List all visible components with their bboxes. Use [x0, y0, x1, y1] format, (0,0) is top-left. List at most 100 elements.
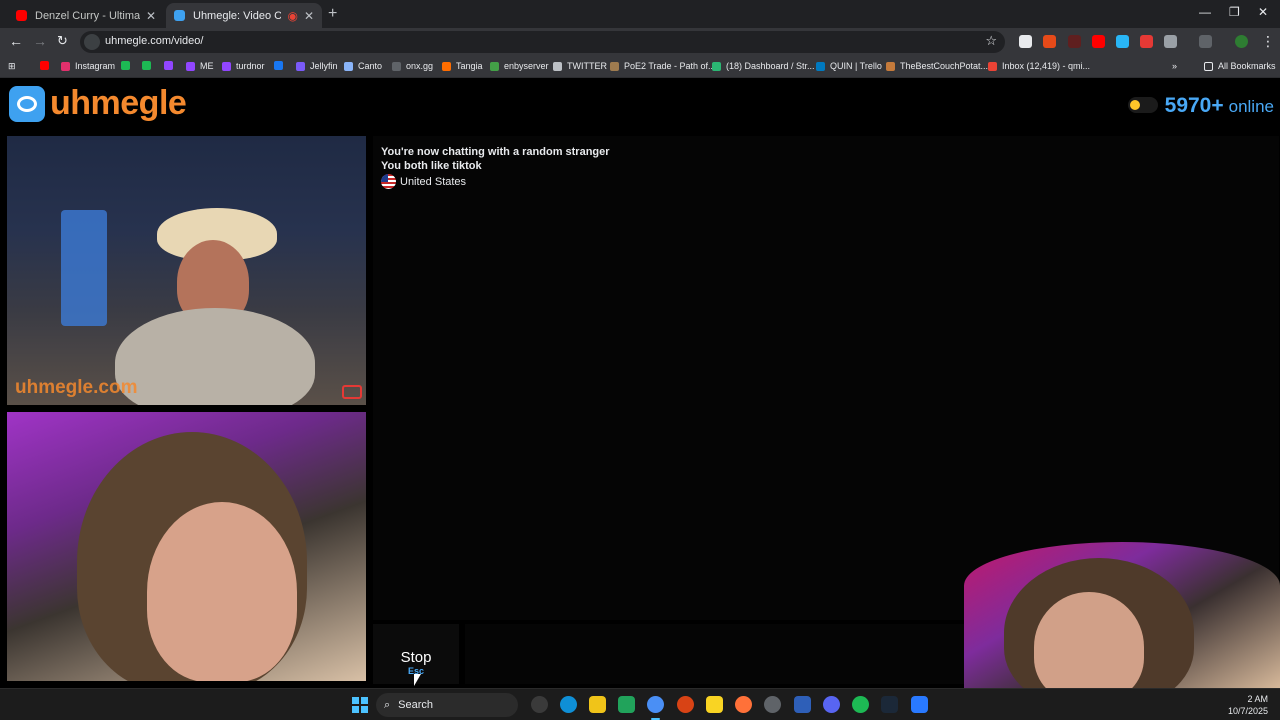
site-logo[interactable]: uhmegle [50, 84, 187, 123]
taskbar-search[interactable]: ⌕ Search [376, 693, 518, 717]
bookmark-item[interactable]: Instagram [61, 61, 115, 71]
stop-label: Stop [400, 649, 432, 666]
search-icon: ⌕ [384, 698, 391, 711]
clock-date: 10/7/2025 [1227, 706, 1268, 716]
close-tab-icon[interactable]: ✕ [146, 9, 156, 23]
reload-button[interactable]: ↻ [57, 33, 68, 49]
edge-icon[interactable] [560, 696, 577, 713]
bookmark-item[interactable]: enbyserver [490, 61, 549, 71]
clock-time: 2 AM [1247, 694, 1268, 704]
extension-icon[interactable] [1068, 35, 1081, 48]
app-icon[interactable] [794, 696, 811, 713]
windows-taskbar: ⌕ Search 2 AM 10/7/2025 [0, 688, 1280, 720]
youtube-icon [16, 10, 27, 21]
start-button[interactable] [352, 697, 368, 713]
tab-uhmegle[interactable]: Uhmegle: Video Chat | Om ◉ ✕ [166, 3, 322, 28]
file-explorer-icon[interactable] [589, 696, 606, 713]
new-tab-button[interactable]: + [328, 5, 337, 23]
sun-icon [1130, 100, 1140, 110]
all-bookmarks-folder[interactable]: All Bookmarks [1204, 61, 1276, 71]
tab-title: Denzel Curry - Ultimate (BADB/ [35, 9, 140, 22]
online-count: 5970+ [1164, 94, 1224, 117]
search-label: Search [398, 699, 434, 711]
app-icon[interactable] [531, 696, 548, 713]
bookmarks-bar: ⊞ Instagram ME turdnor Jellyfin Canto on… [0, 56, 1280, 78]
recording-icon: ◉ [287, 8, 298, 23]
more-bookmarks-icon[interactable]: » [1172, 61, 1177, 71]
address-bar[interactable]: uhmegle.com/video/ ☆ [80, 31, 1005, 53]
browser-toolbar: ← → ↻ uhmegle.com/video/ ☆ ⋮ [0, 28, 1280, 56]
stranger-video: uhmegle.com [7, 136, 366, 405]
bookmark-item[interactable] [164, 61, 178, 70]
online-counter: 5970+ online [1165, 94, 1274, 118]
bookmark-item[interactable] [121, 61, 135, 70]
mouse-cursor [414, 674, 421, 686]
discord-icon[interactable] [823, 696, 840, 713]
forward-button[interactable]: → [33, 33, 47, 49]
close-tab-icon[interactable]: ✕ [304, 9, 314, 23]
system-message: You're now chatting with a random strang… [381, 146, 610, 158]
bookmark-item[interactable] [274, 61, 288, 70]
restore-button[interactable]: ❐ [1229, 5, 1240, 19]
tv-screen [61, 210, 107, 326]
bookmark-item[interactable]: QUIN | Trello [816, 61, 882, 71]
own-video [7, 412, 366, 681]
bookmark-item[interactable]: (18) Dashboard / Str... [712, 61, 815, 71]
close-window-button[interactable]: ✕ [1258, 5, 1268, 19]
bookmark-item[interactable]: onx.gg [392, 61, 433, 71]
bookmark-item[interactable] [142, 61, 156, 70]
webcam-overlay [964, 542, 1280, 688]
chrome-icon[interactable] [647, 696, 664, 720]
browser-tabstrip: Denzel Curry - Ultimate (BADB/ ✕ Uhmegle… [0, 0, 1280, 28]
theme-toggle[interactable] [1128, 97, 1158, 113]
steam-icon[interactable] [881, 696, 898, 713]
notepad-icon[interactable] [911, 696, 928, 713]
extension-k-icon[interactable] [1019, 35, 1032, 48]
bookmark-item[interactable]: TWITTER [553, 61, 607, 71]
tab-title: Uhmegle: Video Chat | Om [193, 9, 282, 22]
bookmark-item[interactable]: Jellyfin [296, 61, 338, 71]
menu-icon[interactable]: ⋮ [1261, 33, 1275, 50]
bookmark-item[interactable]: Canto [344, 61, 382, 71]
message-input[interactable] [465, 624, 965, 684]
bookmark-item[interactable]: TheBestCouchPotat... [886, 61, 988, 71]
uhmegle-icon [174, 10, 185, 21]
site-info-icon[interactable] [84, 34, 100, 50]
profile-avatar[interactable] [1235, 35, 1248, 48]
bookmark-item[interactable]: ME [186, 61, 214, 71]
common-interest-message: You both like tiktok [381, 160, 482, 172]
bookmark-star-icon[interactable]: ☆ [985, 33, 997, 49]
bookmark-item[interactable]: Inbox (12,419) - qmi... [988, 61, 1090, 71]
uhmegle-watermark: uhmegle.com [15, 377, 138, 398]
app-icon[interactable] [618, 696, 635, 713]
system-clock[interactable]: 2 AM 10/7/2025 [1228, 693, 1268, 717]
chat-bubble-icon [9, 86, 45, 122]
minimize-button[interactable]: — [1199, 5, 1211, 19]
extension-icon[interactable] [1140, 35, 1153, 48]
own-face [147, 502, 297, 681]
url-text[interactable]: uhmegle.com/video/ [105, 35, 203, 47]
country-name: United States [400, 175, 467, 188]
app-icon[interactable] [677, 696, 694, 713]
bookmark-item[interactable]: Tangia [442, 61, 483, 71]
extension-icon[interactable] [1092, 35, 1105, 48]
bookmark-item[interactable] [40, 61, 54, 70]
online-label: online [1228, 97, 1274, 116]
extensions-puzzle-icon[interactable] [1164, 35, 1177, 48]
apps-icon[interactable]: ⊞ [8, 61, 16, 72]
extension-icon[interactable] [1043, 35, 1056, 48]
spotify-icon[interactable] [852, 696, 869, 713]
report-flag-icon[interactable] [342, 385, 362, 399]
stranger-country: United States [381, 174, 466, 189]
stranger-shirt [115, 308, 315, 405]
bookmark-item[interactable]: PoE2 Trade - Path of... [610, 61, 716, 71]
firefox-icon[interactable] [735, 696, 752, 713]
app-icon[interactable] [764, 696, 781, 713]
tab-denzel-curry[interactable]: Denzel Curry - Ultimate (BADB/ ✕ [8, 3, 164, 28]
extension-icon[interactable] [1116, 35, 1129, 48]
sticky-notes-icon[interactable] [706, 696, 723, 713]
back-button[interactable]: ← [9, 33, 23, 49]
side-panel-icon[interactable] [1199, 35, 1212, 48]
uhmegle-page: uhmegle 5970+ online uhmegle.com You're … [0, 78, 1280, 688]
bookmark-item[interactable]: turdnor [222, 61, 265, 71]
